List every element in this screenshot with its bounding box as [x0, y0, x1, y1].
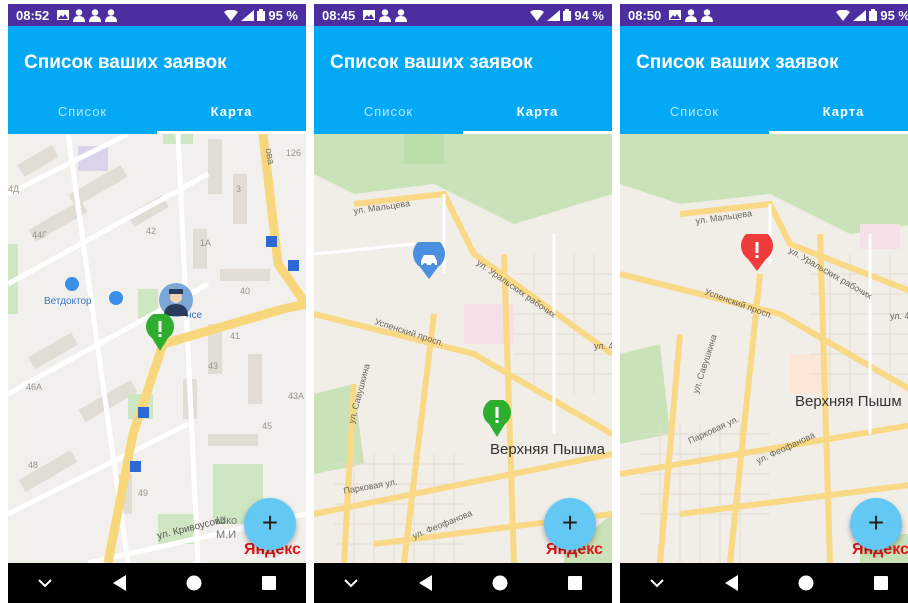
house-number: 43А [288, 391, 304, 401]
city-label: Верхняя Пышма [490, 441, 606, 458]
app-bar: Список ваших заявок Список Карта [620, 26, 908, 134]
chevron-down-icon[interactable] [331, 563, 371, 603]
request-marker-blue[interactable] [412, 242, 446, 280]
house-number: 45 [262, 421, 272, 431]
status-bar: 08:45 94 % [314, 4, 612, 26]
house-number: 1А [200, 238, 211, 248]
wifi-icon [530, 9, 545, 21]
request-marker-green[interactable] [482, 400, 512, 438]
house-number: 3 [236, 184, 241, 194]
signal-icon [547, 9, 561, 21]
chevron-down-icon[interactable] [25, 563, 65, 603]
status-time: 08:50 [628, 7, 662, 23]
app-bar: Список ваших заявок Список Карта [314, 26, 612, 134]
navigation-bar [620, 563, 908, 603]
wifi-icon [836, 9, 851, 21]
wifi-icon [224, 9, 239, 21]
phone-screen-2: 08:45 94 % Список ваших заявок Список Ка… [314, 4, 612, 603]
tab-bar: Список Карта [314, 88, 612, 134]
battery-icon [869, 9, 878, 21]
recents-icon[interactable] [555, 563, 595, 603]
tab-list[interactable]: Список [8, 88, 157, 134]
navigation-bar [8, 563, 306, 603]
house-number: 4Д [8, 184, 19, 194]
battery-icon [257, 9, 266, 21]
house-number: 126 [286, 148, 301, 158]
house-number: 48 [28, 460, 38, 470]
chevron-down-icon[interactable] [637, 563, 677, 603]
home-icon[interactable] [786, 563, 826, 603]
poi-label: Шко [216, 515, 237, 527]
house-number: 46А [26, 382, 42, 392]
house-number: 40 [240, 286, 250, 296]
city-label: Верхняя Пышм [795, 393, 902, 410]
phone-screen-1: 08:52 95 % Список ваших заявок Список Ка… [8, 4, 306, 603]
plus-icon: + [261, 507, 279, 538]
add-request-button[interactable]: + [850, 498, 902, 550]
phone-screen-3: 08:50 95 % Список ваших заявок Список Ка… [620, 4, 908, 603]
gallery-icon [363, 10, 376, 20]
tab-list[interactable]: Список [620, 88, 769, 134]
person-icon [89, 8, 102, 22]
page-title: Список ваших заявок [24, 52, 227, 73]
recents-icon[interactable] [861, 563, 901, 603]
house-number: 41 [230, 331, 240, 341]
home-icon[interactable] [480, 563, 520, 603]
tab-list[interactable]: Список [314, 88, 463, 134]
poi-label: Ветдоктор [44, 296, 92, 307]
poi-label: М.И [216, 529, 236, 541]
police-officer-marker[interactable] [158, 282, 194, 318]
battery-percent: 94 % [574, 7, 604, 23]
battery-icon [563, 9, 572, 21]
status-time: 08:45 [322, 7, 356, 23]
map-view[interactable]: ул. Мальцева ул. Уральских рабочих Успен… [620, 134, 908, 563]
street-label: ул. 40 [890, 311, 908, 321]
add-request-button[interactable]: + [244, 498, 296, 550]
gallery-icon [57, 10, 70, 20]
person-icon [685, 8, 698, 22]
page-title: Список ваших заявок [636, 52, 839, 73]
add-request-button[interactable]: + [544, 498, 596, 550]
house-number: 42 [146, 226, 156, 236]
person-icon [395, 8, 408, 22]
person-icon [73, 8, 86, 22]
status-time: 08:52 [16, 7, 50, 23]
person-icon [105, 8, 118, 22]
app-bar: Список ваших заявок Список Карта [8, 26, 306, 134]
navigation-bar [314, 563, 612, 603]
request-marker-green[interactable] [145, 314, 175, 352]
house-number: 49 [138, 488, 148, 498]
back-icon[interactable] [406, 563, 446, 603]
gallery-icon [669, 10, 682, 20]
page-title: Список ваших заявок [330, 52, 533, 73]
signal-icon [241, 9, 255, 21]
battery-percent: 95 % [880, 7, 908, 23]
battery-percent: 95 % [268, 7, 298, 23]
tab-map[interactable]: Карта [157, 88, 306, 134]
plus-icon: + [561, 507, 579, 538]
house-number: 43 [208, 361, 218, 371]
person-icon [379, 8, 392, 22]
back-icon[interactable] [712, 563, 752, 603]
person-icon [701, 8, 714, 22]
home-icon[interactable] [174, 563, 214, 603]
street-label: ул. 4 [594, 341, 612, 351]
tab-map[interactable]: Карта [769, 88, 908, 134]
plus-icon: + [867, 507, 885, 538]
back-icon[interactable] [100, 563, 140, 603]
tab-map[interactable]: Карта [463, 88, 612, 134]
tab-bar: Список Карта [8, 88, 306, 134]
house-number: 44Г [32, 230, 47, 240]
status-bar: 08:52 95 % [8, 4, 306, 26]
signal-icon [853, 9, 867, 21]
request-marker-red[interactable] [740, 234, 774, 272]
status-bar: 08:50 95 % [620, 4, 908, 26]
tab-bar: Список Карта [620, 88, 908, 134]
recents-icon[interactable] [249, 563, 289, 603]
